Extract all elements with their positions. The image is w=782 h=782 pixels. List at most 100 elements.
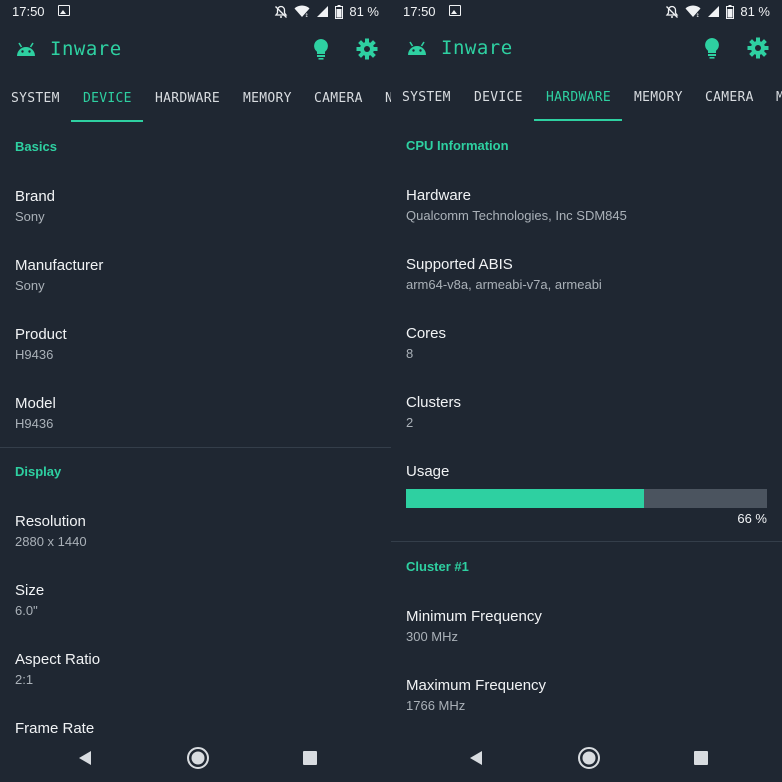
app-title: Inware — [441, 37, 513, 59]
section-title-basics: Basics — [15, 139, 57, 154]
info-row-product: Product H9436 — [15, 326, 67, 362]
recents-icon[interactable] — [303, 751, 317, 765]
tab-next[interactable]: M — [776, 90, 782, 105]
home-icon[interactable] — [186, 746, 210, 770]
row-label: Supported ABIS — [406, 256, 513, 273]
row-value: 2:1 — [15, 672, 34, 687]
app-title: Inware — [50, 38, 122, 60]
battery-percent: 81 % — [349, 4, 379, 19]
wifi-icon: ↕ — [685, 5, 701, 18]
row-label: Clusters — [406, 394, 462, 411]
wifi-icon: ↕ — [294, 5, 310, 18]
usage-percent: 66 % — [737, 511, 767, 526]
tab-indicator — [71, 120, 143, 122]
row-label: Maximum Frequency — [406, 677, 547, 694]
section-title-cpu-information: CPU Information — [406, 138, 509, 153]
signal-icon — [317, 6, 329, 17]
tab-device[interactable]: DEVICE — [83, 91, 132, 106]
gear-icon[interactable] — [747, 37, 769, 59]
row-label: Resolution — [15, 513, 86, 530]
info-row-minimum-frequency: Minimum Frequency 300 MHz — [406, 608, 542, 644]
hardware-screen: 17:50 ↕ 81 % Inware SYSTEM DEVICE HARDWA… — [391, 0, 782, 782]
gear-icon[interactable] — [356, 38, 378, 60]
lightbulb-icon[interactable] — [702, 37, 722, 59]
tab-system[interactable]: SYSTEM — [11, 91, 60, 106]
info-row-hardware: Hardware Qualcomm Technologies, Inc SDM8… — [406, 187, 627, 223]
home-icon[interactable] — [577, 746, 601, 770]
navigation-bar — [391, 734, 782, 782]
info-row-model: Model H9436 — [15, 395, 56, 431]
info-row-supported-abis: Supported ABIS arm64-v8a, armeabi-v7a, a… — [406, 256, 602, 292]
row-value: 2 — [406, 415, 414, 430]
row-label: Product — [15, 326, 67, 343]
usage-label: Usage — [406, 463, 450, 480]
do-not-disturb-icon — [666, 5, 679, 18]
info-row-aspect-ratio: Aspect Ratio 2:1 — [15, 651, 100, 687]
tab-memory[interactable]: MEMORY — [243, 91, 292, 106]
section-title-cluster-1: Cluster #1 — [406, 559, 469, 574]
do-not-disturb-icon — [275, 5, 288, 18]
row-label: Cores — [406, 325, 447, 342]
gallery-icon — [58, 5, 70, 16]
recents-icon[interactable] — [694, 751, 708, 765]
tab-indicator — [534, 119, 622, 121]
battery-icon — [335, 4, 344, 19]
tab-bar: SYSTEM DEVICE HARDWARE MEMORY CAMERA M — [391, 79, 782, 121]
row-value: Qualcomm Technologies, Inc SDM845 — [406, 208, 627, 223]
gallery-icon — [449, 5, 461, 16]
tab-camera[interactable]: CAMERA — [705, 90, 754, 105]
info-row-brand: Brand Sony — [15, 188, 55, 224]
info-row-resolution: Resolution 2880 x 1440 — [15, 513, 87, 549]
tab-camera[interactable]: CAMERA — [314, 91, 363, 106]
divider — [391, 541, 782, 542]
row-label: Minimum Frequency — [406, 608, 542, 625]
tab-device[interactable]: DEVICE — [474, 90, 523, 105]
back-icon[interactable] — [78, 750, 92, 766]
svg-text:↕: ↕ — [696, 13, 700, 18]
row-value: Sony — [15, 278, 45, 293]
svg-text:↕: ↕ — [305, 13, 309, 18]
row-label: Model — [15, 395, 56, 412]
battery-icon — [726, 4, 735, 19]
tab-bar: SYSTEM DEVICE HARDWARE MEMORY CAMERA N — [0, 80, 391, 122]
status-bar: 17:50 ↕ 81 % — [391, 0, 782, 24]
row-value: arm64-v8a, armeabi-v7a, armeabi — [406, 277, 602, 292]
tab-hardware[interactable]: HARDWARE — [155, 91, 220, 106]
row-label: Hardware — [406, 187, 472, 204]
back-icon[interactable] — [469, 750, 483, 766]
app-bar: Inware — [0, 26, 391, 74]
app-bar: Inware — [391, 25, 782, 73]
row-value: 8 — [406, 346, 414, 361]
status-time: 17:50 — [403, 4, 436, 19]
info-row-maximum-frequency: Maximum Frequency 1766 MHz — [406, 677, 546, 713]
info-row-clusters: Clusters 2 — [406, 394, 461, 430]
lightbulb-icon[interactable] — [311, 38, 331, 60]
divider — [0, 447, 391, 448]
section-title-display: Display — [15, 464, 62, 479]
row-label: Size — [15, 582, 45, 599]
row-label: Aspect Ratio — [15, 651, 101, 668]
info-row-cores: Cores 8 — [406, 325, 446, 361]
row-value: 300 MHz — [406, 629, 459, 644]
android-icon — [17, 42, 35, 56]
info-row-manufacturer: Manufacturer Sony — [15, 257, 103, 293]
row-value: H9436 — [15, 416, 54, 431]
info-row-size: Size 6.0" — [15, 582, 44, 618]
row-value: 1766 MHz — [406, 698, 466, 713]
tab-hardware[interactable]: HARDWARE — [546, 90, 611, 105]
row-value: H9436 — [15, 347, 54, 362]
signal-icon — [708, 6, 720, 17]
tab-system[interactable]: SYSTEM — [402, 90, 451, 105]
device-screen: 17:50 ↕ 81 % Inware SYSTEM DEVICE HARDWA… — [0, 0, 391, 782]
usage-progress-bar — [406, 489, 767, 508]
tab-memory[interactable]: MEMORY — [634, 90, 683, 105]
row-label: Manufacturer — [15, 257, 104, 274]
status-bar: 17:50 ↕ 81 % — [0, 0, 391, 24]
navigation-bar — [0, 734, 391, 782]
battery-percent: 81 % — [740, 4, 770, 19]
status-time: 17:50 — [12, 4, 45, 19]
row-value: Sony — [15, 209, 45, 224]
android-icon — [408, 41, 426, 55]
row-label: Brand — [15, 188, 56, 205]
row-value: 2880 x 1440 — [15, 534, 87, 549]
